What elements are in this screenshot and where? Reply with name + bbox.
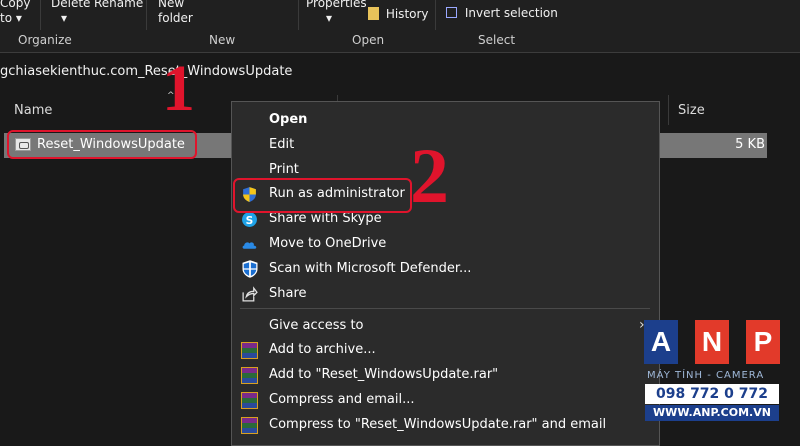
column-divider[interactable] <box>668 95 669 125</box>
menu-item-label: Move to OneDrive <box>269 236 387 251</box>
properties-label: Properties <box>306 0 367 10</box>
menu-item-label: Share <box>269 286 307 301</box>
ribbon-divider <box>40 0 41 30</box>
group-label-select: Select <box>478 33 516 47</box>
group-label-open: Open <box>352 33 385 47</box>
invert-selection-label: Invert selection <box>464 6 558 20</box>
ribbon-bottom-border <box>0 52 800 53</box>
copy-to-button[interactable]: Copy to ▾ <box>0 0 30 26</box>
menu-item-open[interactable]: Open <box>232 108 659 132</box>
rename-label: Rename <box>94 0 144 10</box>
group-label-new: New <box>209 33 236 47</box>
menu-item-share[interactable]: Share <box>232 282 659 306</box>
menu-item-move-to-onedrive[interactable]: Move to OneDrive <box>232 232 659 256</box>
copy-label: Copy <box>0 0 31 10</box>
column-header-size[interactable]: Size <box>678 103 705 118</box>
menu-item-scan-with-defender[interactable]: Scan with Microsoft Defender... <box>232 257 659 281</box>
menu-item-add-to-rar[interactable]: Add to "Reset_WindowsUpdate.rar" <box>232 363 659 387</box>
address-bar[interactable]: gchiasekienthuc.com_Reset_WindowsUpdate <box>0 55 800 93</box>
menu-item-label: Give access to <box>269 318 364 333</box>
menu-item-label: Open <box>269 112 308 127</box>
ribbon-divider <box>146 0 147 30</box>
delete-button[interactable]: Delete ▾ <box>51 0 90 26</box>
delete-label: Delete <box>51 0 91 10</box>
menu-item-give-access-to[interactable]: Give access to › <box>232 314 659 338</box>
winrar-icon <box>241 342 258 359</box>
new-folder-label-line2: folder <box>158 11 193 25</box>
onedrive-icon <box>242 242 257 249</box>
delete-dropdown-icon: ▾ <box>61 11 68 25</box>
menu-item-label: Compress and email... <box>269 392 415 407</box>
file-size: 5 KB <box>735 137 765 152</box>
menu-item-label: Print <box>269 162 299 177</box>
logo-letter-a: A <box>644 320 678 364</box>
share-icon <box>242 286 258 302</box>
new-folder-button[interactable]: New folder <box>158 0 193 26</box>
group-label-organize: Organize <box>18 33 72 47</box>
menu-item-label: Compress to "Reset_WindowsUpdate.rar" an… <box>269 417 607 432</box>
skype-icon: S <box>242 212 257 227</box>
menu-separator <box>240 308 650 309</box>
ribbon-divider <box>435 0 436 30</box>
watermark-website: WWW.ANP.COM.VN <box>645 405 779 421</box>
history-button[interactable]: History <box>368 7 429 22</box>
new-folder-label-line1: New <box>158 0 185 10</box>
properties-button[interactable]: Properties ▾ <box>306 0 367 26</box>
properties-dropdown-icon: ▾ <box>326 11 333 25</box>
menu-item-compress-and-email[interactable]: Compress and email... <box>232 388 659 412</box>
watermark-subtitle: MÁY TÍNH - CAMERA <box>647 370 765 381</box>
logo-letter-n: N <box>695 320 729 364</box>
winrar-icon <box>241 417 258 434</box>
menu-item-label: Share with Skype <box>269 211 382 226</box>
menu-item-label: Scan with Microsoft Defender... <box>269 261 472 276</box>
to-label: to ▾ <box>0 11 22 25</box>
winrar-icon <box>241 392 258 409</box>
history-icon <box>368 7 379 20</box>
column-header-name[interactable]: Name <box>14 103 52 118</box>
menu-item-label: Add to "Reset_WindowsUpdate.rar" <box>269 367 499 382</box>
winrar-icon <box>241 367 258 384</box>
address-path[interactable]: gchiasekienthuc.com_Reset_WindowsUpdate <box>0 64 292 79</box>
invert-selection-icon <box>446 7 457 18</box>
defender-icon <box>242 260 258 278</box>
menu-item-add-to-archive[interactable]: Add to archive... <box>232 338 659 362</box>
menu-item-label: Edit <box>269 137 295 152</box>
ribbon: Copy to ▾ Delete ▾ Rename New folder Pro… <box>0 0 800 52</box>
menu-item-compress-to-rar-and-email[interactable]: Compress to "Reset_WindowsUpdate.rar" an… <box>232 413 659 437</box>
svg-text:S: S <box>246 214 254 227</box>
annotation-box-run-as-admin <box>233 178 412 213</box>
ribbon-divider <box>298 0 299 30</box>
annotation-step-1: 1 <box>162 52 195 125</box>
logo-letter-p: P <box>746 320 780 364</box>
rename-button[interactable]: Rename <box>94 0 143 11</box>
anp-watermark-logo: A N P <box>644 320 780 370</box>
annotation-step-2: 2 <box>410 132 449 219</box>
annotation-box-file <box>7 130 197 159</box>
invert-selection-button[interactable]: Invert selection <box>446 6 558 21</box>
menu-item-label: Add to archive... <box>269 342 376 357</box>
watermark-phone: 098 772 0 772 <box>645 384 779 404</box>
history-label: History <box>385 7 429 21</box>
